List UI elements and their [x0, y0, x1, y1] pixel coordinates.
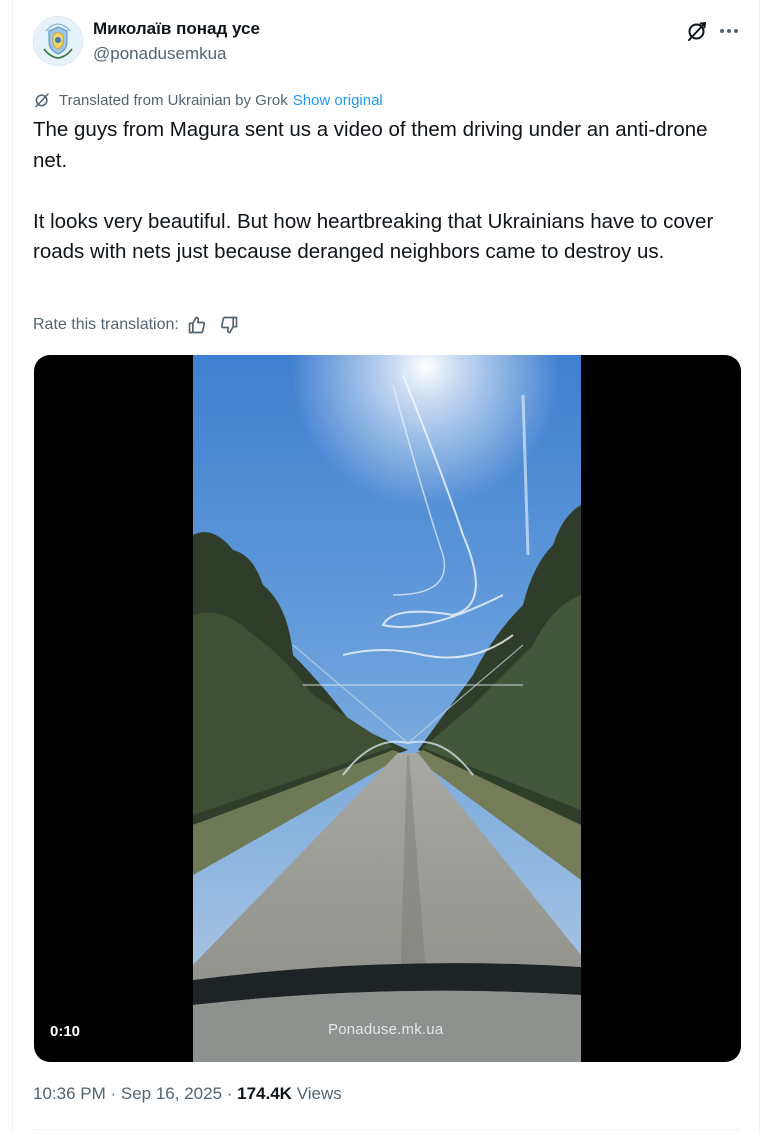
video-duration: 0:10 [50, 1023, 81, 1040]
rate-translation-label: Rate this translation: [33, 316, 179, 333]
thumbs-up-icon[interactable] [187, 315, 207, 335]
more-icon[interactable] [717, 19, 741, 43]
tweet-date[interactable]: Sep 16, 2025 [121, 1084, 222, 1103]
tweet-card: Миколаїв понад усе @ponadusemkua Transla… [12, 0, 760, 1134]
divider [33, 1129, 741, 1130]
tweet-text: The guys from Magura sent us a video of … [33, 118, 714, 263]
video-frame [193, 355, 581, 1062]
tweet-time[interactable]: 10:36 PM [33, 1084, 106, 1103]
grok-icon[interactable] [685, 19, 709, 43]
thumbs-down-icon[interactable] [219, 315, 239, 335]
meta-separator: · [105, 1084, 121, 1103]
translation-label: Translated from Ukrainian by Grok [59, 91, 288, 109]
meta-separator: · [222, 1084, 238, 1103]
rate-translation-row: Rate this translation: [33, 313, 239, 337]
video-watermark: Ponaduse.mk.ua [328, 1021, 444, 1038]
translation-notice: Translated from Ukrainian by Grok Show o… [33, 89, 383, 111]
author-handle[interactable]: @ponadusemkua [93, 44, 227, 64]
grok-small-icon [35, 93, 49, 108]
author-avatar[interactable] [33, 16, 83, 66]
city-emblem-avatar-icon [35, 18, 81, 64]
show-original-link[interactable]: Show original [293, 92, 383, 109]
video-player[interactable]: 0:10 Ponaduse.mk.ua [34, 355, 741, 1062]
views-label: Views [291, 1084, 342, 1103]
views-count: 174.4K [237, 1084, 292, 1103]
author-display-name[interactable]: Миколаїв понад усе [93, 19, 260, 39]
tweet-meta: 10:36 PM · Sep 16, 2025 · 174.4K Views [33, 1084, 342, 1104]
